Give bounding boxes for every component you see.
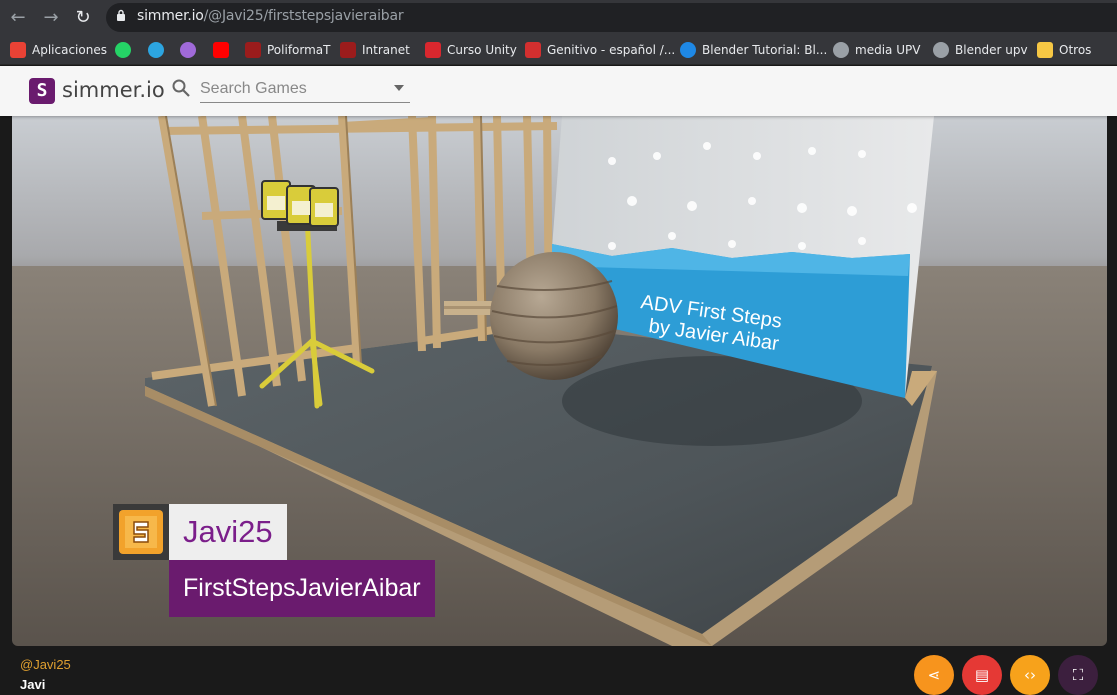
lock-icon: [117, 9, 125, 21]
browser-toolbar: ← → ↻ simmer.io/@Javi25/firststepsjavier…: [0, 0, 1117, 35]
reload-icon[interactable]: ↻: [72, 7, 94, 29]
bookmark-intranet[interactable]: Intranet: [340, 41, 410, 59]
bookmark-label: Intranet: [362, 43, 410, 57]
globe-icon: [833, 42, 849, 58]
bookmark-youtube[interactable]: [213, 41, 229, 59]
game-canvas[interactable]: ADV First Steps by Javier Aibar Javi25 F…: [12, 116, 1107, 646]
fifty-icon: [525, 42, 541, 58]
bookmark-aplicaciones[interactable]: Aplicaciones: [10, 41, 107, 59]
bookmark-genitivo-espa-ol[interactable]: Genitivo - español /...: [525, 41, 675, 59]
simmer-logo-icon[interactable]: S: [29, 78, 55, 104]
game-title-badge: FirstStepsJavierAibar: [169, 560, 435, 617]
share-icon: ⋖: [927, 666, 941, 684]
bookmark-label: Otros: [1059, 43, 1092, 57]
globe-icon: [933, 42, 949, 58]
author-name-badge[interactable]: Javi25: [169, 504, 287, 560]
telegram-icon: [148, 42, 164, 58]
bookmark-label: PoliformaT: [267, 43, 331, 57]
game-footer: @Javi25 Javi ⋖ ▤ ‹› ⛶: [0, 646, 1117, 695]
upv-icon: [245, 42, 261, 58]
podcast-icon: [180, 42, 196, 58]
bookmark-label: Curso Unity: [447, 43, 517, 57]
bookmark-curso-unity[interactable]: Curso Unity: [425, 41, 517, 59]
bookmark-label: media UPV: [855, 43, 921, 57]
search-input[interactable]: [200, 75, 410, 103]
whatsapp-icon: [115, 42, 131, 58]
search-icon: [172, 79, 190, 97]
code-icon: ‹›: [1024, 666, 1036, 684]
upv-icon: [340, 42, 356, 58]
youtube-icon: [213, 42, 229, 58]
forward-arrow-icon[interactable]: →: [40, 7, 62, 29]
bookmark-label: Blender upv: [955, 43, 1028, 57]
site-logo-text[interactable]: simmer.io: [62, 78, 165, 102]
back-arrow-icon[interactable]: ←: [7, 7, 29, 29]
apps-grid-icon: [10, 42, 26, 58]
bookmark-label: Aplicaciones: [32, 43, 107, 57]
bookmark-telegram[interactable]: [148, 41, 164, 59]
chevron-down-icon[interactable]: [394, 85, 404, 91]
report-button[interactable]: ▤: [962, 655, 1002, 695]
author-avatar[interactable]: [113, 504, 169, 560]
author-avatar-icon: [119, 510, 163, 554]
mega-icon: [425, 42, 441, 58]
bookmark-blender-tutorial-bl[interactable]: Blender Tutorial: Bl...: [680, 41, 827, 59]
bookmark-poliformat[interactable]: PoliformaT: [245, 41, 330, 59]
share-button[interactable]: ⋖: [914, 655, 954, 695]
bookmark-label: Genitivo - español /...: [547, 43, 676, 57]
bookmarks-bar: Aplicaciones PoliformaT Intranet Curso Unit…: [0, 35, 1117, 65]
bookmark-blender-upv[interactable]: Blender upv: [933, 41, 1028, 59]
blender-icon: [680, 42, 696, 58]
fullscreen-icon: ⛶: [1072, 666, 1084, 684]
fullscreen-button[interactable]: ⛶: [1058, 655, 1098, 695]
site-header: S simmer.io: [0, 66, 1117, 116]
clipboard-icon: ▤: [974, 666, 990, 684]
folder-icon: [1037, 42, 1053, 58]
bookmark-label: Blender Tutorial: Bl...: [702, 43, 828, 57]
author-handle-link[interactable]: @Javi25: [20, 657, 71, 672]
url-text[interactable]: simmer.io/@Javi25/firststepsjavieraibar: [137, 8, 404, 24]
embed-button[interactable]: ‹›: [1010, 655, 1050, 695]
bookmark-whatsapp[interactable]: [115, 41, 131, 59]
bookmark-media-upv[interactable]: media UPV: [833, 41, 920, 59]
bookmark-otros[interactable]: Otros: [1037, 41, 1091, 59]
bookmark-podcast[interactable]: [180, 41, 196, 59]
